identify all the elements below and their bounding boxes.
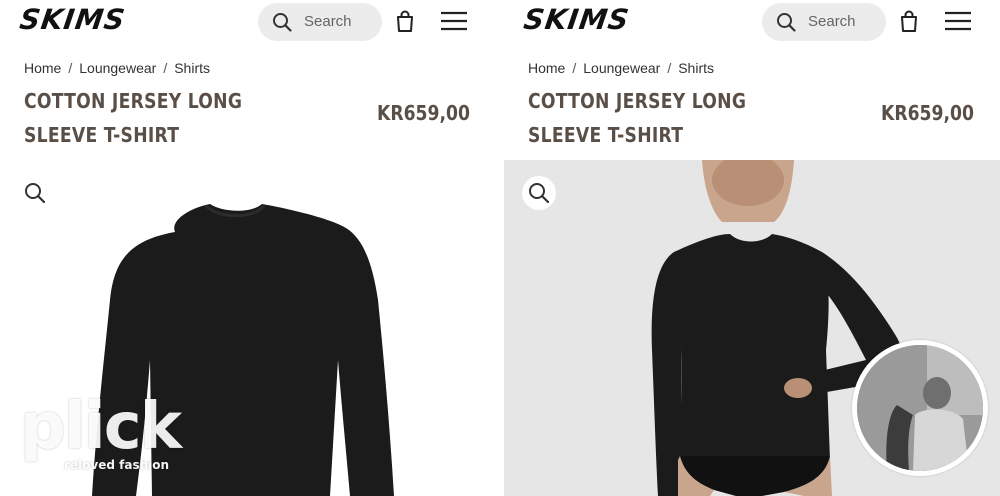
- site-header: SKIMS Search: [0, 0, 500, 44]
- breadcrumb-home[interactable]: Home: [528, 60, 565, 76]
- site-header: SKIMS Search: [504, 0, 1000, 44]
- breadcrumb-loungewear[interactable]: Loungewear: [583, 60, 660, 76]
- search-placeholder: Search: [808, 13, 856, 30]
- skims-logo[interactable]: SKIMS: [522, 3, 632, 36]
- video-preview-bubble[interactable]: [852, 340, 988, 476]
- bag-icon[interactable]: [898, 9, 920, 33]
- product-price: KR659,00: [377, 101, 470, 125]
- product-price: KR659,00: [881, 101, 974, 125]
- watermark-logo: plick: [20, 390, 182, 464]
- breadcrumb-loungewear[interactable]: Loungewear: [79, 60, 156, 76]
- breadcrumb: Home / Loungewear / Shirts: [528, 60, 714, 76]
- breadcrumb: Home / Loungewear / Shirts: [24, 60, 210, 76]
- breadcrumb-home[interactable]: Home: [24, 60, 61, 76]
- watermark-tagline: reloved fashion: [64, 458, 170, 472]
- search-icon: [273, 13, 292, 32]
- zoom-icon: [25, 183, 46, 204]
- skims-logo[interactable]: SKIMS: [18, 3, 128, 36]
- search-bar[interactable]: Search: [762, 3, 886, 41]
- product-title: COTTON JERSEY LONG SLEEVE T-SHIRT: [24, 89, 243, 147]
- zoom-icon: [529, 183, 550, 204]
- menu-icon[interactable]: [440, 10, 468, 32]
- product-title: COTTON JERSEY LONG SLEEVE T-SHIRT: [528, 89, 747, 147]
- zoom-button[interactable]: [18, 176, 52, 210]
- breadcrumb-shirts[interactable]: Shirts: [174, 60, 210, 76]
- breadcrumb-shirts[interactable]: Shirts: [678, 60, 714, 76]
- search-bar[interactable]: Search: [258, 3, 382, 41]
- bag-icon[interactable]: [394, 9, 416, 33]
- video-thumbnail-image: [857, 345, 983, 471]
- search-placeholder: Search: [304, 13, 352, 30]
- plick-watermark: plick reloved fashion: [20, 392, 195, 482]
- menu-icon[interactable]: [944, 10, 972, 32]
- zoom-button[interactable]: [522, 176, 556, 210]
- search-icon: [777, 13, 796, 32]
